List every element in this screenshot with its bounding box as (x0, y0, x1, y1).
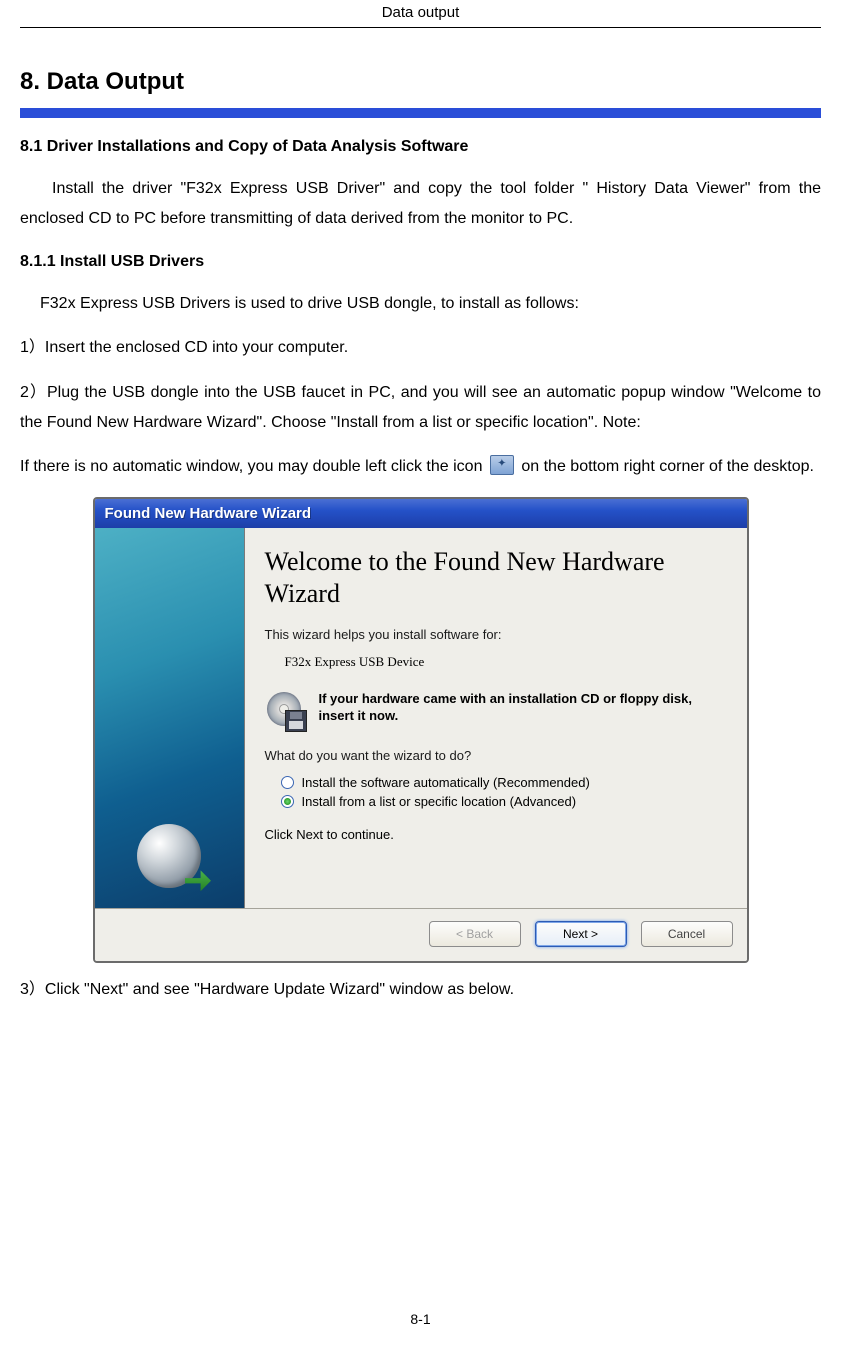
wizard-window: Found New Hardware Wizard Welcome to the… (93, 497, 749, 963)
wizard-heading: Welcome to the Found New Hardware Wizard (265, 546, 727, 611)
radio-icon-selected (281, 795, 294, 808)
wizard-click-next: Click Next to continue. (265, 827, 727, 842)
step-2-note-post: on the bottom right corner of the deskto… (521, 458, 814, 475)
section-title: 8. Data Output (20, 68, 821, 96)
subsection-8-1-1-title: 8.1.1 Install USB Drivers (20, 253, 821, 271)
radio-option-list[interactable]: Install from a list or specific location… (265, 792, 727, 811)
step-3: 3）Click "Next" and see "Hardware Update … (20, 975, 821, 1005)
wizard-device-name: F32x Express USB Device (265, 652, 727, 684)
radio-option-auto[interactable]: Install the software automatically (Reco… (265, 773, 727, 792)
tray-hardware-icon (490, 455, 514, 475)
wizard-help-text: This wizard helps you install software f… (265, 627, 727, 642)
page-number: 8-1 (0, 1311, 841, 1327)
subsection-8-1-para: Install the driver "F32x Express USB Dri… (20, 174, 821, 235)
radio-label-list: Install from a list or specific location… (302, 794, 577, 809)
running-header: Data output (20, 0, 821, 27)
subsection-8-1-1-intro: F32x Express USB Drivers is used to driv… (20, 289, 821, 319)
wizard-titlebar: Found New Hardware Wizard (95, 499, 747, 528)
wizard-prompt: What do you want the wizard to do? (265, 748, 727, 763)
radio-icon (281, 776, 294, 789)
step-2-note-pre: If there is no automatic window, you may… (20, 458, 487, 475)
header-rule (20, 27, 821, 28)
radio-label-auto: Install the software automatically (Reco… (302, 775, 590, 790)
step-1: 1）Insert the enclosed CD into your compu… (20, 333, 821, 363)
wizard-sidebar-icon (137, 824, 201, 888)
cancel-button[interactable]: Cancel (641, 921, 733, 947)
step-2-note: If there is no automatic window, you may… (20, 452, 821, 482)
section-accent-bar (20, 108, 821, 118)
cd-floppy-icon (265, 690, 307, 732)
next-button[interactable]: Next > (535, 921, 627, 947)
subsection-8-1-title: 8.1 Driver Installations and Copy of Dat… (20, 138, 821, 156)
wizard-sidebar (95, 528, 245, 908)
wizard-cd-note: If your hardware came with an installati… (319, 690, 727, 725)
step-2: 2）Plug the USB dongle into the USB fauce… (20, 378, 821, 439)
back-button: < Back (429, 921, 521, 947)
